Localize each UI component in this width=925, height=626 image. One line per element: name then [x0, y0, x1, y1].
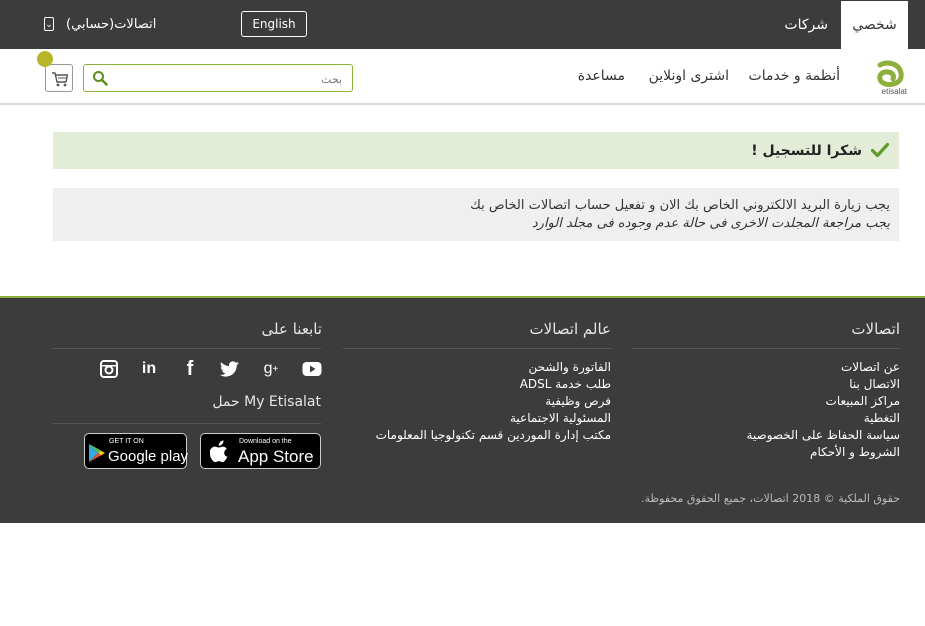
- footer-divider: [53, 348, 321, 349]
- alert-title: شكرا للتسجيل !: [751, 142, 862, 159]
- google-play-icon: [89, 444, 105, 462]
- download-app-title: حمل My Etisalat: [212, 394, 321, 410]
- app-store-big-label: App Store: [238, 447, 314, 466]
- footer-col-etisalat-title: اتصالات: [851, 320, 900, 338]
- footer-link-sales-centers[interactable]: مراكز المبيعات: [746, 393, 900, 410]
- footer-link-social-responsibility[interactable]: المسئولية الاجتماعية: [376, 410, 611, 427]
- footer-link-billing[interactable]: الفاتورة والشحن: [376, 359, 611, 376]
- chevron-down-icon[interactable]: ⌄: [44, 17, 54, 31]
- activation-info-box: يجب زيارة البريد الالكتروني الخاص بك الا…: [53, 188, 899, 241]
- cart-icon: [52, 72, 69, 87]
- google-play-badge[interactable]: GET IT ON Google play: [84, 433, 189, 469]
- footer-link-about[interactable]: عن اتصالات: [746, 359, 900, 376]
- nav-item-systems-services[interactable]: أنظمة و خدمات: [749, 68, 840, 84]
- search-input[interactable]: [120, 68, 344, 90]
- footer-divider: [343, 348, 611, 349]
- main-navigation: etisalat أنظمة و خدمات اشترى اونلاين مسا…: [0, 49, 925, 105]
- footer-follow-us-title: تابعنا على: [261, 320, 322, 338]
- apple-icon: [210, 440, 228, 463]
- account-link[interactable]: اتصالات(حسابي): [66, 0, 156, 49]
- facebook-icon[interactable]: f: [179, 358, 201, 380]
- info-line-1: يجب زيارة البريد الالكتروني الخاص بك الا…: [470, 198, 890, 213]
- footer-link-contact[interactable]: الاتصال بنا: [746, 376, 900, 393]
- footer-link-privacy[interactable]: سياسة الحفاظ على الخصوصية: [746, 427, 900, 444]
- nav-item-help[interactable]: مساعدة: [578, 68, 625, 84]
- footer-col-etisalat-links: عن اتصالات الاتصال بنا مراكز المبيعات ال…: [746, 359, 900, 461]
- info-line-2: يجب مراجعة المجلدت الاخرى فى حالة عدم وج…: [531, 216, 890, 231]
- top-bar: شخصي شركات English اتصالات(حسابي) ⌄: [0, 0, 925, 49]
- app-store-small-label: Download on the: [239, 438, 292, 445]
- copyright-text: حقوق الملكية © 2018 اتصالات، جميع الحقوق…: [641, 492, 900, 505]
- registration-success-alert: شكرا للتسجيل !: [53, 132, 899, 169]
- youtube-icon[interactable]: [301, 358, 323, 380]
- twitter-icon[interactable]: [219, 358, 241, 380]
- footer-link-careers[interactable]: فرص وظيفية: [376, 393, 611, 410]
- footer-link-terms[interactable]: الشروط و الأحكام: [746, 444, 900, 461]
- social-icons-row: in f g +: [98, 358, 324, 382]
- linkedin-icon[interactable]: in: [138, 358, 160, 380]
- tab-business[interactable]: شركات: [784, 0, 828, 49]
- check-icon: [871, 142, 889, 158]
- google-plus-icon[interactable]: g +: [260, 358, 282, 380]
- google-play-small-label: GET IT ON: [109, 438, 144, 445]
- footer-link-adsl[interactable]: طلب خدمة ADSL: [376, 376, 611, 393]
- footer: اتصالات عن اتصالات الاتصال بنا مراكز الم…: [0, 296, 925, 523]
- google-play-big-label: Google play: [108, 448, 189, 465]
- cart-button[interactable]: [45, 64, 73, 92]
- search-icon[interactable]: [92, 70, 108, 86]
- cart-count-badge: [37, 51, 53, 67]
- footer-link-suppliers-office[interactable]: مكتب إدارة الموردين قسم تكنولوجيا المعلو…: [376, 427, 611, 444]
- instagram-icon[interactable]: [98, 358, 120, 380]
- footer-divider: [53, 423, 321, 424]
- app-store-badge[interactable]: Download on the App Store: [200, 433, 321, 469]
- language-button[interactable]: English: [241, 11, 307, 37]
- logo-wordmark: etisalat: [881, 87, 907, 96]
- nav-item-buy-online[interactable]: اشترى اونلاين: [649, 68, 729, 84]
- footer-divider: [632, 348, 900, 349]
- footer-col-world-links: الفاتورة والشحن طلب خدمة ADSL فرص وظيفية…: [376, 359, 611, 444]
- tab-personal[interactable]: شخصي: [841, 1, 908, 49]
- footer-col-world-title: عالم اتصالات: [529, 320, 611, 338]
- footer-link-coverage[interactable]: التغطية: [746, 410, 900, 427]
- search-box: [83, 64, 353, 92]
